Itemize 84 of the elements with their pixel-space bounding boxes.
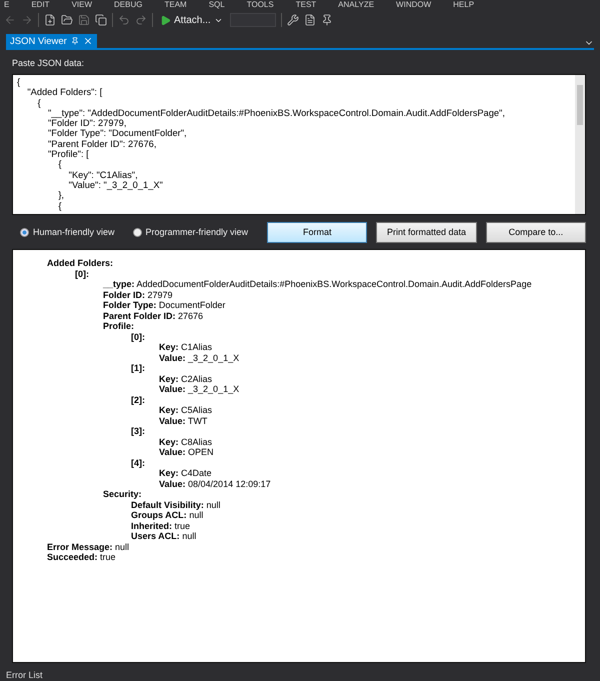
view-radio[interactable]: Programmer-friendly view: [132, 227, 248, 237]
field-value: 27676: [177, 310, 204, 320]
new-file-icon[interactable]: [44, 14, 56, 26]
field-value: C8Alias: [180, 436, 212, 446]
field-key: [2]:: [131, 394, 145, 404]
menu-item[interactable]: ANALYZE: [338, 0, 374, 10]
pin-icon[interactable]: [70, 37, 79, 45]
field-value: C1Alias: [180, 342, 212, 352]
field-value: null: [181, 531, 196, 541]
field-value: _3_2_0_1_X: [187, 352, 240, 362]
menu-item[interactable]: E: [4, 0, 10, 10]
field-key: Key:: [159, 342, 179, 352]
save-icon[interactable]: [78, 14, 90, 26]
field-key: Default Visibility:: [131, 500, 204, 510]
field-value: TWT: [186, 416, 208, 426]
field-value: null: [188, 510, 204, 520]
menu-item[interactable]: TOOLS: [246, 0, 274, 10]
field-key: Value:: [159, 478, 186, 488]
field-value: true: [99, 552, 116, 562]
menu-item[interactable]: TEAM: [164, 0, 187, 10]
menu-item[interactable]: VIEW: [72, 0, 92, 10]
field-key: Key:: [159, 436, 179, 446]
field-key: Value:: [159, 447, 186, 457]
input-label: Paste JSON data:: [12, 57, 86, 70]
undo-icon[interactable]: [118, 14, 130, 26]
menu-item[interactable]: WINDOW: [396, 0, 432, 10]
wrench-icon[interactable]: [286, 14, 299, 26]
json-input-field[interactable]: { "Added Folders": [ { "__type": "AddedDocumentFolderAuditDetails:#PhoenixBS.WorkspaceControl.Domain.Audit.AddFoldersPage", "Folder ID": 27979, "Folder Type": "DocumentFolder", "Parent Folder ID": 27676, "Profile": [ { "Key": "C1Alias", "Value": "_3_2_0_1_X" }, {: [12, 74, 586, 215]
field-key: Key:: [159, 405, 179, 415]
field-key: Folder ID:: [103, 290, 145, 300]
redo-icon[interactable]: [135, 14, 147, 26]
error-list-tab[interactable]: Error List: [6, 670, 43, 680]
field-key: Profile:: [103, 321, 134, 331]
field-key: Succeeded:: [47, 552, 98, 562]
field-key: Value:: [159, 384, 186, 394]
field-key: __type:: [103, 279, 135, 289]
field-key: Parent Folder ID:: [103, 310, 176, 320]
attach-button[interactable]: Attach...: [158, 14, 225, 26]
field-value: true: [174, 520, 190, 530]
field-value: null: [205, 500, 220, 510]
action-button[interactable]: Format: [267, 222, 368, 242]
field-key: Value:: [159, 352, 186, 362]
field-key: Groups ACL:: [131, 510, 187, 520]
back-icon[interactable]: [4, 14, 16, 26]
pin-icon[interactable]: [320, 14, 333, 26]
document-tab[interactable]: JSON Viewer: [6, 34, 97, 48]
field-value: 08/04/2014 12:09:17: [187, 478, 271, 488]
field-value: C5Alias: [180, 405, 212, 415]
scrollbar[interactable]: [575, 75, 585, 214]
field-value: AddedDocumentFolderAuditDetails:#PhoenixBS.WorkspaceControl.Domain.Audit.AddFoldersPage: [136, 279, 532, 289]
folder-icon[interactable]: [61, 14, 73, 26]
menu-item[interactable]: TEST: [296, 0, 316, 10]
field-value: OPEN: [187, 447, 214, 457]
field-key: Folder Type:: [103, 300, 156, 310]
action-button[interactable]: Compare to...: [486, 222, 586, 242]
play-icon: [160, 14, 171, 26]
field-key: Inherited:: [131, 520, 172, 530]
field-value: 27979: [146, 290, 173, 300]
view-radio[interactable]: Human-friendly view: [20, 227, 115, 237]
menu-item[interactable]: HELP: [453, 0, 474, 10]
field-key: Error Message:: [47, 542, 113, 552]
field-key: Security:: [103, 489, 142, 499]
menu-item[interactable]: DEBUG: [114, 0, 142, 10]
menu-item[interactable]: SQL: [208, 0, 225, 10]
field-value: C2Alias: [180, 374, 212, 384]
field-value: null: [114, 542, 130, 552]
document-icon[interactable]: [304, 14, 316, 26]
field-value: _3_2_0_1_X: [187, 384, 240, 394]
field-value: C4Date: [180, 468, 212, 478]
field-value: DocumentFolder: [158, 300, 226, 310]
field-key: [1]:: [131, 363, 145, 373]
field-key: Key:: [159, 374, 179, 384]
action-button[interactable]: Print formatted data: [376, 222, 477, 242]
field-key: [0]:: [131, 332, 145, 342]
field-key: [3]:: [131, 426, 145, 436]
field-key: [0]:: [75, 268, 89, 278]
field-key: [4]:: [131, 458, 145, 468]
field-key: Added Folders:: [47, 258, 114, 268]
menu-item[interactable]: EDIT: [31, 0, 50, 10]
forward-icon[interactable]: [21, 14, 33, 26]
field-key: Key:: [159, 468, 179, 478]
field-key: Value:: [159, 416, 186, 426]
field-key: Users ACL:: [131, 531, 180, 541]
close-icon[interactable]: [82, 36, 93, 46]
